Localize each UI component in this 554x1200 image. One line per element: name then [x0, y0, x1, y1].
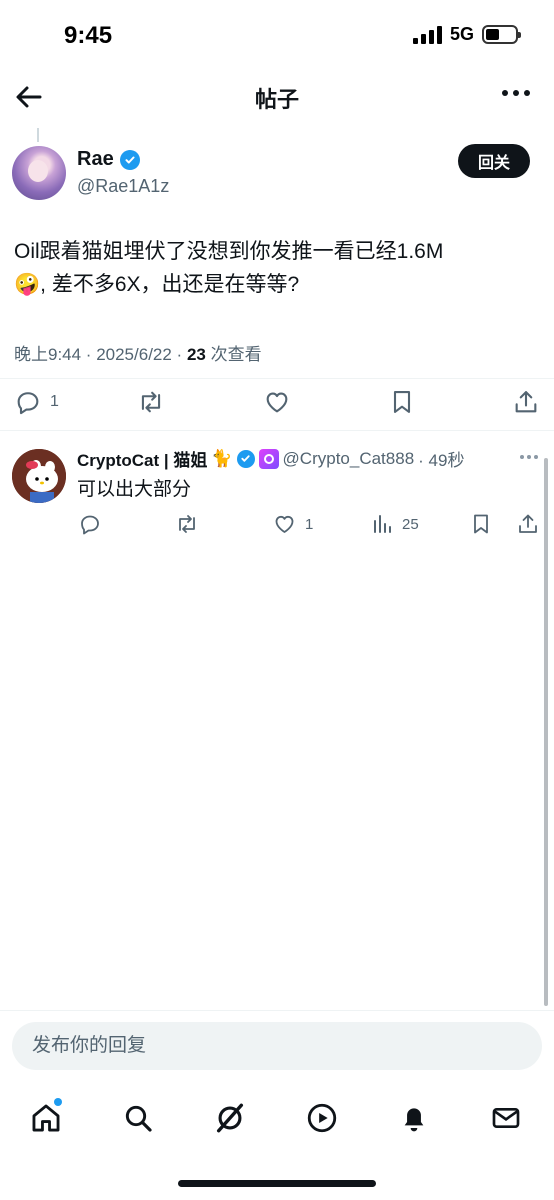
bookmark-button[interactable]	[388, 388, 416, 416]
network-label: 5G	[449, 24, 474, 44]
heart-icon	[275, 515, 294, 533]
repost-button[interactable]	[136, 388, 166, 416]
affiliate-badge-icon	[258, 448, 279, 469]
post-text: Oil跟着猫姐埋伏了没想到你发推一看已经1.6M 🤪, 差不多6X，出还是在等等…	[14, 235, 534, 301]
reply-like-button[interactable]: 1	[272, 512, 313, 536]
divider	[0, 378, 554, 379]
repost-icon	[179, 515, 195, 533]
reply-actions: 1 25	[0, 510, 554, 540]
share-button[interactable]	[512, 388, 540, 416]
reply-header: CryptoCat | 猫姐 🐈 @Crypto_Cat888 · 49秒	[77, 446, 464, 471]
author-name-text: Rae	[77, 148, 114, 170]
reply-composer-input[interactable]	[12, 1022, 542, 1070]
post-meta: 晚上9:44 · 2025/6/22 · 23 次查看	[14, 340, 262, 365]
reply-avatar[interactable]	[12, 449, 66, 503]
like-count: 1	[305, 515, 314, 533]
bookmark-icon	[474, 514, 488, 534]
video-icon[interactable]	[302, 1098, 342, 1138]
reply-more-icon[interactable]	[520, 455, 538, 459]
share-icon	[515, 391, 537, 413]
reply-icon	[17, 392, 39, 415]
reply-time: · 49秒	[418, 451, 465, 470]
reply-icon	[81, 515, 99, 535]
thread-connector	[37, 128, 39, 142]
repost-icon	[141, 391, 161, 413]
reply-reply-button[interactable]	[78, 512, 102, 536]
grok-icon[interactable]	[210, 1098, 250, 1138]
view-count: 25	[402, 515, 419, 533]
notifications-icon[interactable]	[394, 1098, 434, 1138]
post-actions: 1	[0, 384, 554, 420]
views-chart-icon	[374, 515, 391, 533]
messages-icon[interactable]	[486, 1098, 526, 1138]
signal-icon	[412, 25, 442, 44]
views-count: 23	[186, 345, 206, 364]
bookmark-icon	[393, 391, 411, 413]
post-text-line1: Oil跟着猫姐埋伏了没想到你发推一看已经1.6M	[14, 240, 444, 263]
more-horizontal-icon[interactable]	[502, 90, 530, 96]
share-icon	[519, 514, 537, 533]
bottom-nav	[0, 1088, 554, 1148]
post-text-line2: 🤪, 差不多6X，出还是在等等?	[14, 273, 300, 296]
reply-author-handle[interactable]: @Crypto_Cat888	[283, 449, 415, 469]
author-handle[interactable]: @Rae1A1z	[77, 176, 169, 197]
battery-icon	[482, 25, 521, 44]
verified-badge-icon	[236, 449, 255, 468]
home-indicator	[178, 1180, 376, 1187]
status-indicators: 5G	[412, 24, 521, 45]
verified-badge-icon	[119, 149, 140, 170]
views-label: 次查看	[205, 345, 262, 364]
reply-repost-button[interactable]	[174, 512, 200, 536]
divider	[0, 1010, 554, 1011]
page-title: 帖子	[254, 87, 299, 112]
author-name[interactable]: Rae	[77, 148, 140, 171]
reply-bookmark-button[interactable]	[469, 512, 493, 536]
header: 帖子	[0, 72, 554, 124]
status-bar: 9:45 5G	[0, 0, 554, 72]
reply-share-button[interactable]	[516, 512, 540, 536]
like-button[interactable]	[262, 388, 292, 416]
reply-count: 1	[50, 393, 59, 410]
reply-author-name[interactable]: CryptoCat | 猫姐	[77, 446, 207, 471]
heart-icon	[266, 392, 288, 413]
divider	[0, 430, 554, 431]
cat-emoji-icon: 🐈	[211, 448, 233, 468]
avatar[interactable]	[12, 146, 66, 200]
reply-button[interactable]: 1	[14, 388, 59, 416]
home-icon[interactable]	[26, 1098, 66, 1138]
status-time: 9:45	[64, 22, 113, 49]
reply-views-button[interactable]: 25	[370, 512, 419, 536]
search-icon[interactable]	[118, 1098, 158, 1138]
scrollbar[interactable]	[544, 458, 548, 1006]
emoji-icon: 🤪	[14, 273, 41, 296]
post-timestamp: 晚上9:44 · 2025/6/22 ·	[14, 345, 187, 364]
follow-back-button[interactable]: 回关	[458, 144, 530, 178]
new-posts-dot	[54, 1098, 62, 1106]
reply-text: 可以出大部分	[77, 479, 192, 500]
